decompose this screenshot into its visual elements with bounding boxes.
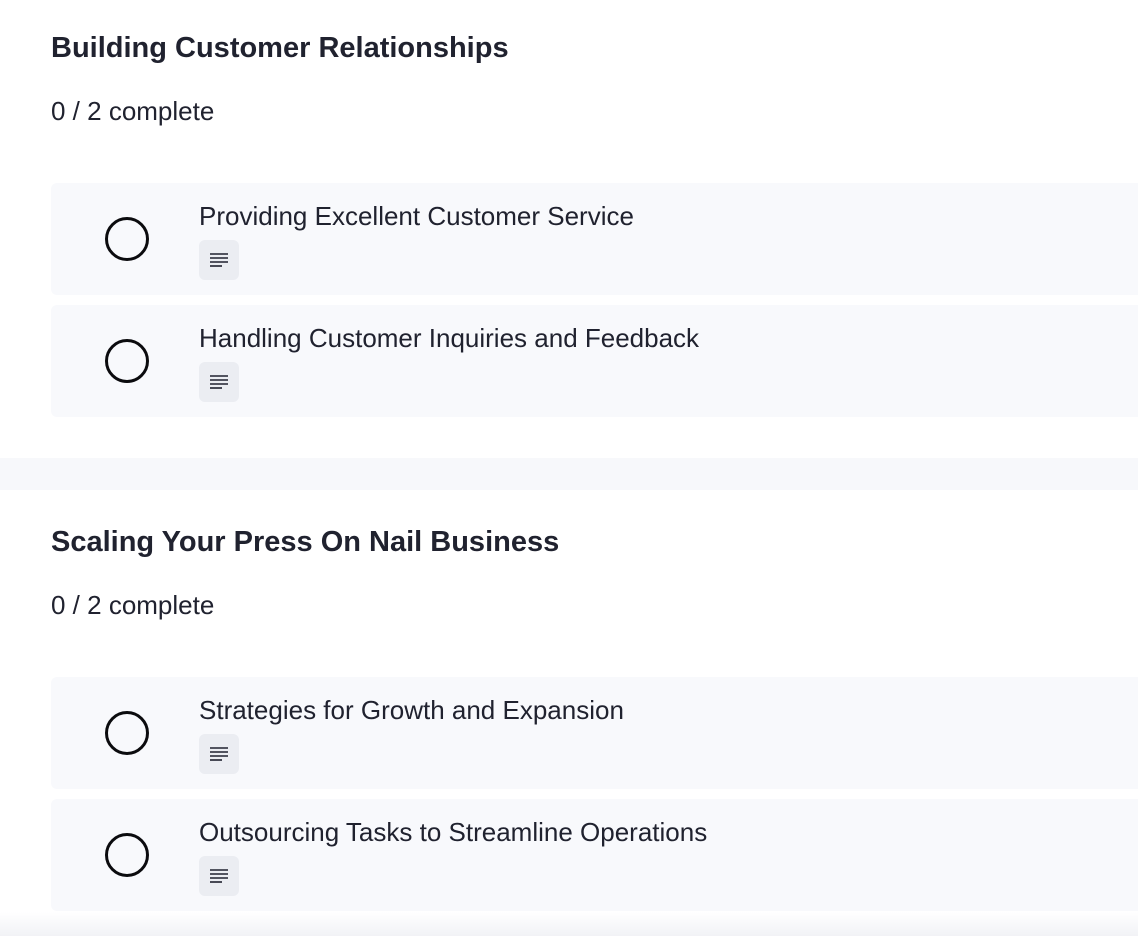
scroll-fade (0, 912, 1138, 936)
text-lines-icon (199, 362, 239, 402)
section-progress: 0 / 2 complete (51, 590, 215, 620)
text-lines-icon (199, 856, 239, 896)
course-section: Building Customer Relationships 0 / 2 co… (0, 0, 1138, 458)
completion-circle-icon[interactable] (105, 217, 149, 261)
text-lines-icon (199, 734, 239, 774)
text-lines-icon (199, 240, 239, 280)
lesson-item[interactable]: Strategies for Growth and Expansion (51, 677, 1138, 789)
section-title: Building Customer Relationships (51, 32, 509, 64)
completion-circle-icon[interactable] (105, 339, 149, 383)
lesson-item[interactable]: Providing Excellent Customer Service (51, 183, 1138, 295)
completion-circle-icon[interactable] (105, 833, 149, 877)
completion-circle-icon[interactable] (105, 711, 149, 755)
lesson-title[interactable]: Outsourcing Tasks to Streamline Operatio… (199, 817, 707, 848)
lesson-title[interactable]: Providing Excellent Customer Service (199, 201, 634, 232)
lesson-title[interactable]: Handling Customer Inquiries and Feedback (199, 323, 699, 354)
course-section: Scaling Your Press On Nail Business 0 / … (0, 490, 1138, 936)
lesson-title[interactable]: Strategies for Growth and Expansion (199, 695, 624, 726)
section-title: Scaling Your Press On Nail Business (51, 526, 560, 558)
lesson-item[interactable]: Handling Customer Inquiries and Feedback (51, 305, 1138, 417)
section-progress: 0 / 2 complete (51, 96, 215, 126)
lesson-item[interactable]: Outsourcing Tasks to Streamline Operatio… (51, 799, 1138, 911)
